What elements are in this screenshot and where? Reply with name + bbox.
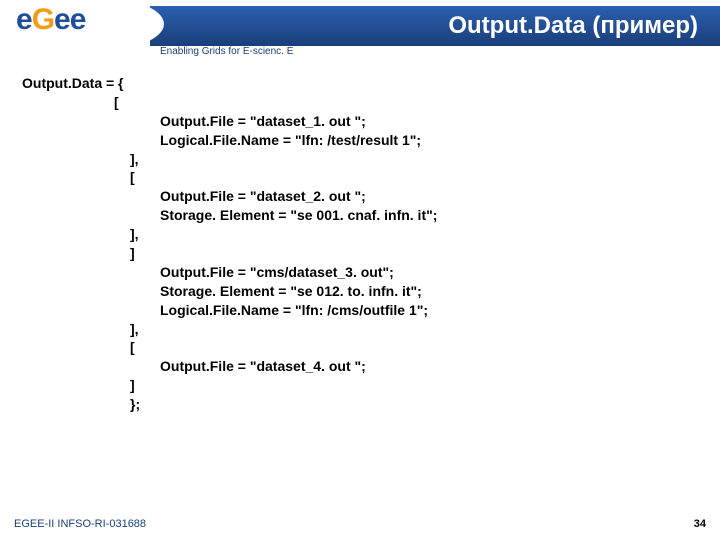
code-line: Logical.File.Name = "lfn: /test/result 1… [22,131,698,150]
code-line: ], [22,225,698,244]
code-line: Output.File = "dataset_1. out "; [22,112,698,131]
tagline: Enabling Grids for E-scienc. E [160,46,293,57]
code-line: ], [22,150,698,169]
slide-header: eGee Output.Data (пример) Enabling Grids… [0,0,720,60]
code-line: }; [22,395,698,414]
logo-text: eGee [8,3,85,37]
logo-letter-e1: e [16,3,32,36]
page-number: 34 [694,518,706,530]
code-line: Output.File = "cms/dataset_3. out"; [22,263,698,282]
code-block: Output.Data = { [ Output.File = "dataset… [22,74,698,504]
code-line: ] [22,376,698,395]
title-bar: Output.Data (пример) [150,6,720,46]
logo: eGee [8,3,85,37]
footer-left: EGEE-II INFSO-RI-031688 [14,518,146,530]
code-line: [ [22,168,698,187]
code-line: [ [22,93,698,112]
code-line: Output.File = "dataset_2. out "; [22,187,698,206]
code-line: Logical.File.Name = "lfn: /cms/outfile 1… [22,301,698,320]
code-line: ] [22,244,698,263]
code-line: Output.Data = { [22,74,698,93]
code-line: Storage. Element = "se 001. cnaf. infn. … [22,206,698,225]
code-line: Output.File = "dataset_4. out "; [22,357,698,376]
slide-title: Output.Data (пример) [448,12,698,40]
logo-letter-e3: e [70,3,86,36]
logo-letter-e2: e [54,3,70,36]
code-line: ], [22,320,698,339]
code-line: [ [22,338,698,357]
code-line: Storage. Element = "se 012. to. infn. it… [22,282,698,301]
logo-letter-g: G [32,3,54,36]
